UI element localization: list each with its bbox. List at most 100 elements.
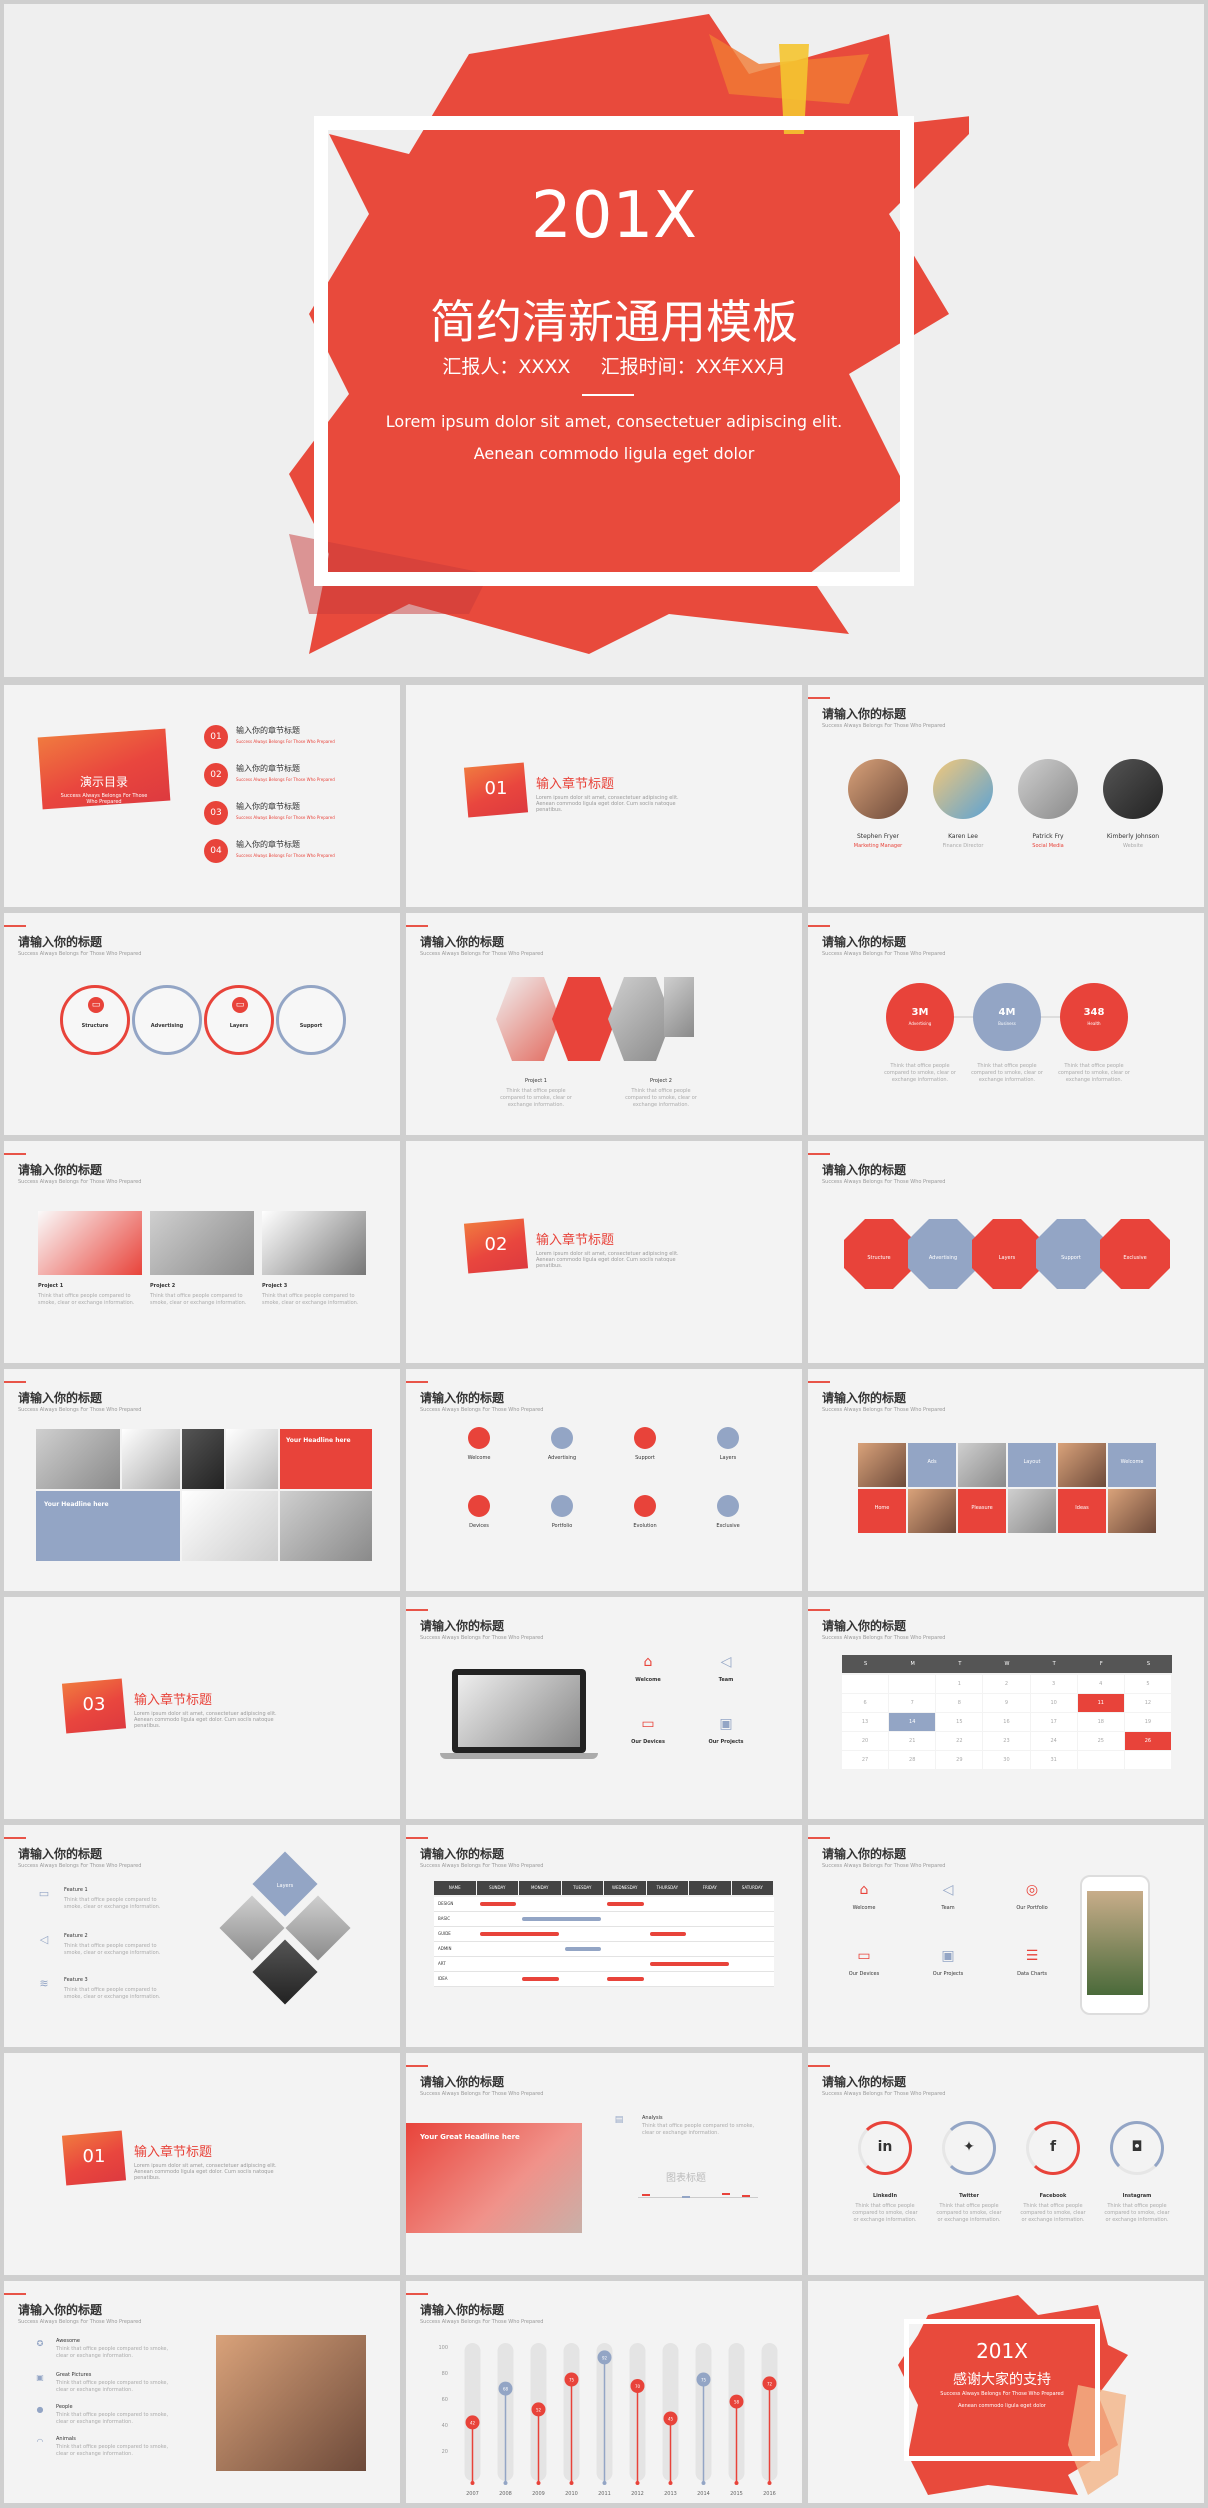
ring-layers[interactable] xyxy=(204,985,274,1055)
calendar-cell[interactable]: 6 xyxy=(842,1694,889,1712)
bar-value-label: 92 xyxy=(602,2355,608,2360)
calendar-cell[interactable]: 20 xyxy=(842,1732,889,1750)
calendar-cell[interactable]: 4 xyxy=(1077,1675,1124,1693)
calendar-cell[interactable]: 22 xyxy=(936,1732,983,1750)
toc-badge: 演示目录 xyxy=(79,775,128,789)
calendar-cell[interactable]: 28 xyxy=(889,1751,936,1769)
feature-label: Feature 2 xyxy=(64,1933,88,1939)
toc-item[interactable]: 01 输入你的章节标题 Success Always Belongs For T… xyxy=(204,725,394,763)
end-sub: Success Always Belongs For Those Who Pre… xyxy=(940,2391,1064,2397)
circles-slide: 请输入你的标题 Success Always Belongs For Those… xyxy=(4,913,400,1135)
toc-item-sub: Success Always Belongs For Those Who Pre… xyxy=(236,853,335,858)
slide-subtitle: Success Always Belongs For Those Who Pre… xyxy=(18,1407,142,1413)
bar-value-label: 52 xyxy=(536,2407,542,2412)
icon-label: Welcome xyxy=(467,1455,491,1461)
calendar-cell[interactable]: 27 xyxy=(842,1751,889,1769)
calendar-cell[interactable]: 11 xyxy=(1077,1694,1124,1712)
calendar-cell[interactable]: 21 xyxy=(889,1732,936,1750)
calendar-cell[interactable]: 23 xyxy=(983,1732,1030,1750)
project-label: Project 2 xyxy=(650,1078,672,1084)
octagon xyxy=(844,1219,914,1289)
item-label: Our Devices xyxy=(848,1971,880,1977)
slide-title: 请输入你的标题 xyxy=(18,1391,103,1405)
diamond-label: Layers xyxy=(276,1883,294,1889)
calendar-cell[interactable]: 31 xyxy=(1030,1751,1077,1769)
mosaic-tile xyxy=(1008,1443,1056,1487)
bar-base-dot xyxy=(767,2481,772,2485)
calendar-cell[interactable]: 17 xyxy=(1030,1713,1077,1731)
calendar-cell[interactable]: 7 xyxy=(889,1694,936,1712)
team-name: Kimberly Johnson xyxy=(1106,833,1160,840)
stats-slide: 请输入你的标题 Success Always Belongs For Those… xyxy=(808,913,1204,1135)
mosaic-photo xyxy=(1008,1489,1056,1533)
social-slide: 请输入你的标题 Success Always Belongs For Those… xyxy=(808,2053,1204,2275)
toc-item[interactable]: 02 输入你的章节标题 Success Always Belongs For T… xyxy=(204,763,394,801)
end-title: 感谢大家的支持 xyxy=(953,2372,1051,2388)
ring-structure[interactable] xyxy=(60,985,130,1055)
team-role: Social Media xyxy=(1032,843,1064,849)
toc-slide: 演示目录 Success Always Belongs For Those Wh… xyxy=(4,685,400,907)
monitor-icon: ▭ xyxy=(88,997,104,1013)
calendar-cell[interactable]: 5 xyxy=(1124,1675,1171,1693)
calendar-cell[interactable] xyxy=(842,1675,889,1693)
calendar-cell[interactable]: 26 xyxy=(1124,1732,1171,1750)
grid-photo xyxy=(36,1429,120,1489)
gantt-row-label: BASIC xyxy=(438,1916,450,1921)
toc-item[interactable]: 03 输入你的章节标题 Success Always Belongs For T… xyxy=(204,801,394,839)
calendar-cell[interactable]: 29 xyxy=(936,1751,983,1769)
calendar-cell[interactable] xyxy=(1077,1751,1124,1769)
chapter-text: Lorem ipsum dolor sit amet, consectetuer… xyxy=(536,1251,679,1269)
social-label: Instagram xyxy=(1122,2193,1152,2199)
gantt-slide: 请输入你的标题 Success Always Belongs For Those… xyxy=(406,1825,802,2047)
calendar-cell[interactable]: 15 xyxy=(936,1713,983,1731)
calendar-cell[interactable]: 16 xyxy=(983,1713,1030,1731)
project-photo xyxy=(262,1211,366,1275)
stat-value: 348 xyxy=(1083,1007,1105,1018)
calendar-cell[interactable]: 25 xyxy=(1077,1732,1124,1750)
x-tick-label: 2012 xyxy=(631,2491,644,2497)
calendar-cell[interactable]: 30 xyxy=(983,1751,1030,1769)
mini-chart-mark xyxy=(642,2194,650,2196)
slide-title: 请输入你的标题 xyxy=(822,1163,907,1177)
calendar-cell[interactable] xyxy=(1124,1751,1171,1769)
mini-chart-title: 图表标题 xyxy=(666,2173,706,2184)
list-label: People xyxy=(56,2404,73,2410)
project-photo xyxy=(150,1211,254,1275)
calendar-cell[interactable]: 1 xyxy=(936,1675,983,1693)
slide-subtitle: Success Always Belongs For Those Who Pre… xyxy=(822,951,946,957)
toc-item[interactable]: 04 输入你的章节标题 Success Always Belongs For T… xyxy=(204,839,394,877)
bar-value-label: 75 xyxy=(569,2378,575,2383)
calendar-cell[interactable]: 3 xyxy=(1030,1675,1077,1693)
octagon xyxy=(1036,1219,1106,1289)
calendar-cell[interactable]: 10 xyxy=(1030,1694,1077,1712)
octagon xyxy=(1100,1219,1170,1289)
calendar-cell[interactable]: 14 xyxy=(889,1713,936,1731)
ring-label: Layers xyxy=(229,1023,249,1029)
calendar-cell[interactable]: 2 xyxy=(983,1675,1030,1693)
list-label: Great Pictures xyxy=(56,2372,92,2378)
calendar-cell[interactable]: 9 xyxy=(983,1694,1030,1712)
feature-label: Feature 1 xyxy=(64,1887,88,1893)
ring-advertising[interactable] xyxy=(132,985,202,1055)
ring-support[interactable] xyxy=(276,985,346,1055)
slide-subtitle: Success Always Belongs For Those Who Pre… xyxy=(420,2091,544,2097)
calendar-cell[interactable]: 13 xyxy=(842,1713,889,1731)
stat-sub: Business xyxy=(998,1021,1016,1026)
calendar-cell[interactable]: 12 xyxy=(1124,1694,1171,1712)
slide-title: 请输入你的标题 xyxy=(420,1847,505,1861)
slide-subtitle: Success Always Belongs For Those Who Pre… xyxy=(822,1863,946,1869)
twitter-icon: ✦ xyxy=(963,2139,975,2155)
chapter-text: Lorem ipsum dolor sit amet, consectetuer… xyxy=(134,1711,277,1729)
calendar-cell[interactable]: 19 xyxy=(1124,1713,1171,1731)
calendar-cell[interactable]: 8 xyxy=(936,1694,983,1712)
slide-title: 请输入你的标题 xyxy=(18,2303,103,2317)
project-text: Think that office people compared to smo… xyxy=(38,1293,135,1306)
accent-line xyxy=(406,1837,428,1839)
calendar-cell[interactable]: 24 xyxy=(1030,1732,1077,1750)
list-text: Think that office people compared to smo… xyxy=(56,2346,169,2359)
calendar-cell[interactable] xyxy=(889,1675,936,1693)
slide-subtitle: Success Always Belongs For Those Who Pre… xyxy=(822,723,946,729)
list-text: Think that office people compared to smo… xyxy=(56,2444,169,2457)
mosaic-tile xyxy=(858,1489,906,1533)
calendar-cell[interactable]: 18 xyxy=(1077,1713,1124,1731)
